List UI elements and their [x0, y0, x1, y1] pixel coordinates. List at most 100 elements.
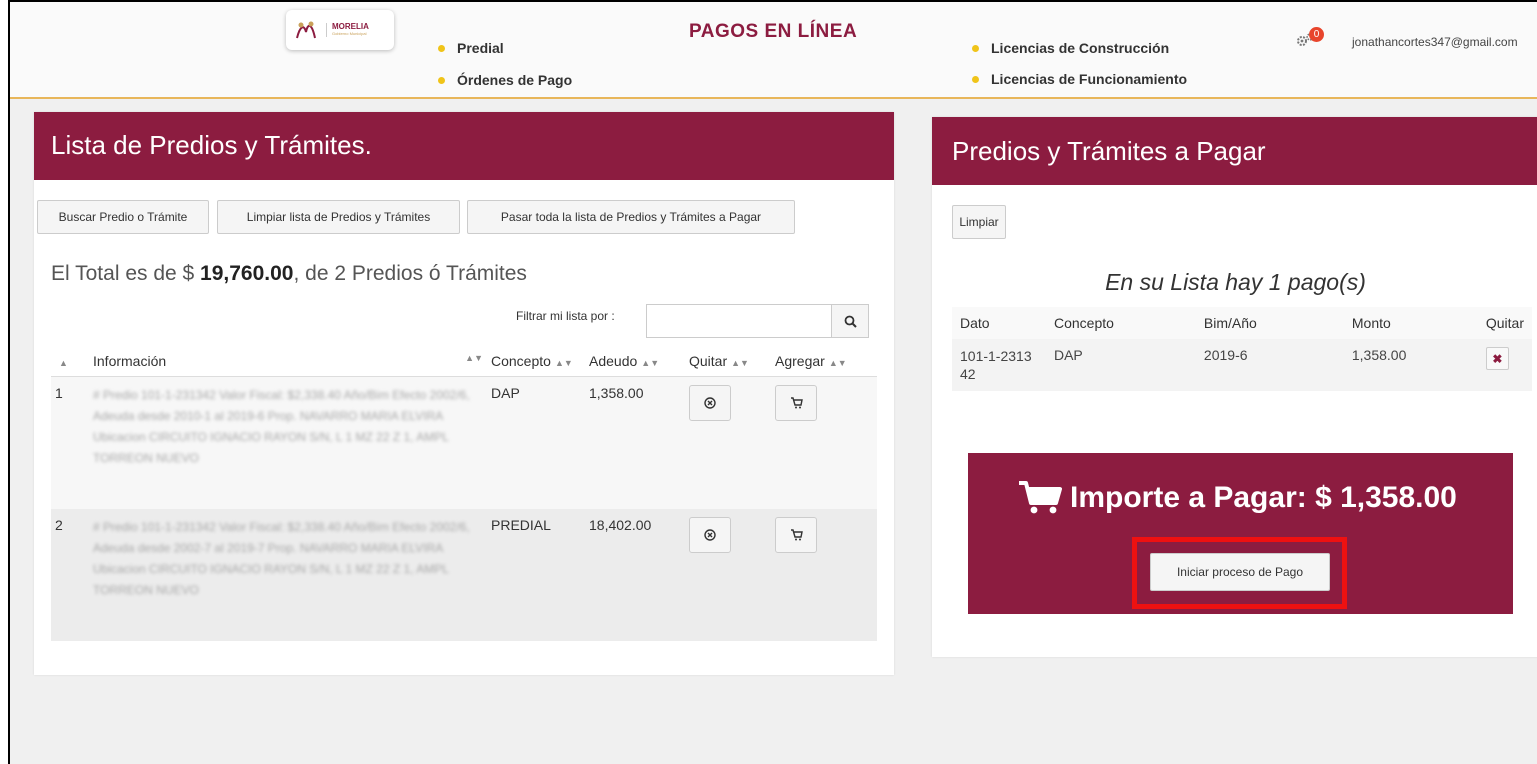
pagar-table: Dato Concepto Bim/Año Monto Quitar 101-1…: [952, 307, 1532, 391]
row-info: # Predio 101-1-231342 Valor Fiscal: $2,3…: [89, 508, 487, 641]
nav-ordenes-pago[interactable]: Órdenes de Pago: [438, 72, 572, 88]
row-dato: 101-1-231342: [952, 339, 1046, 391]
panel-title: Lista de Predios y Trámites.: [34, 112, 894, 180]
sort-icon: ▲▼: [731, 358, 749, 368]
site-title: PAGOS EN LÍNEA: [689, 21, 858, 42]
agregar-button[interactable]: [775, 516, 817, 553]
filter-input[interactable]: [646, 304, 832, 338]
nav-licencias-funcionamiento[interactable]: Licencias de Funcionamiento: [972, 71, 1187, 87]
pasar-toda-lista-button[interactable]: Pasar toda la lista de Predios y Trámite…: [467, 200, 795, 234]
column-informacion-label: Información: [93, 353, 167, 369]
nav-construccion-label: Licencias de Construcción: [991, 40, 1170, 56]
filter-label: Filtrar mi lista por :: [516, 309, 615, 323]
sort-column-header[interactable]: ▲: [51, 346, 89, 377]
notification-badge[interactable]: 0: [1309, 27, 1324, 42]
quitar-button[interactable]: ✖: [1485, 347, 1509, 370]
row-quitar-cell: [685, 508, 771, 641]
morelia-emblem-icon: [292, 17, 320, 43]
column-concepto: Concepto: [1045, 307, 1196, 339]
quitar-button[interactable]: [689, 516, 731, 553]
column-informacion[interactable]: Información ▲▼: [89, 346, 487, 377]
row-adeudo: 1,358.00: [585, 376, 685, 509]
column-adeudo[interactable]: Adeudo ▲▼: [585, 346, 685, 377]
lista-predios-panel: Lista de Predios y Trámites. Buscar Pred…: [34, 112, 894, 675]
buscar-predio-button[interactable]: Buscar Predio o Trámite: [37, 200, 209, 234]
column-adeudo-label: Adeudo: [589, 353, 638, 369]
row-monto: 1,358.00: [1343, 339, 1478, 391]
cart-icon: [790, 528, 803, 540]
row-number: 2: [51, 508, 89, 641]
logo-title: MORELIA: [332, 22, 369, 32]
column-monto: Monto: [1343, 307, 1478, 339]
nav-funcionamiento-label: Licencias de Funcionamiento: [991, 71, 1188, 87]
shopping-cart-icon: [1019, 481, 1062, 514]
column-quitar[interactable]: Quitar ▲▼: [685, 346, 771, 377]
iniciar-pago-button[interactable]: Iniciar proceso de Pago: [1150, 553, 1330, 591]
row-info: # Predio 101-1-231342 Valor Fiscal: $2,3…: [89, 376, 487, 509]
column-agregar-label: Agregar: [775, 353, 825, 369]
cart-icon: [790, 397, 803, 409]
column-bim-ano: Bim/Año: [1195, 307, 1344, 339]
logo-subtitle: Gobierno Municipal: [332, 31, 367, 37]
limpiar-button[interactable]: Limpiar: [952, 205, 1006, 239]
predios-a-pagar-panel: Predios y Trámites a Pagar Limpiar En su…: [932, 117, 1537, 657]
row-quitar-cell: [685, 376, 771, 509]
sort-icon: ▲▼: [641, 358, 660, 368]
column-concepto[interactable]: Concepto ▲▼: [487, 346, 585, 377]
lista-count: En su Lista hay 1 pago(s): [1105, 269, 1366, 295]
importe-box: Importe a Pagar: $ 1,358.00 Iniciar proc…: [968, 453, 1513, 614]
total-amount: 19,760.00: [200, 262, 294, 285]
row-concepto: DAP: [487, 376, 585, 509]
table-header-row: ▲ Información ▲▼ Concepto ▲▼ Adeudo ▲▼ Quit…: [51, 346, 877, 377]
row-agregar-cell: [771, 376, 877, 509]
bullet-icon: [438, 76, 445, 84]
close-icon: ✖: [1492, 351, 1503, 366]
nav-predial[interactable]: Predial: [438, 40, 504, 56]
panel-title: Predios y Trámites a Pagar: [932, 117, 1537, 185]
top-header: MORELIA Gobierno Municipal Predial Órden…: [10, 2, 1537, 99]
row-concepto: PREDIAL: [487, 508, 585, 641]
quitar-button[interactable]: [689, 385, 731, 421]
column-concepto-label: Concepto: [491, 353, 551, 369]
app-frame: MORELIA Gobierno Municipal Predial Órden…: [8, 0, 1537, 764]
table-header-row: Dato Concepto Bim/Año Monto Quitar: [952, 307, 1532, 339]
row-number: 1: [51, 376, 89, 509]
sort-icon: ▲▼: [554, 358, 573, 368]
remove-circle-icon: [704, 397, 716, 409]
table-row: 1 # Predio 101-1-231342 Valor Fiscal: $2…: [51, 376, 877, 509]
table-row: 101-1-231342 DAP 2019-6 1,358.00 ✖: [952, 339, 1532, 391]
column-quitar-label: Quitar: [689, 353, 728, 369]
bullet-icon: [972, 44, 979, 52]
row-info-text: # Predio 101-1-231342 Valor Fiscal: $2,3…: [93, 519, 470, 597]
total-prefix: El Total es de $: [51, 262, 201, 285]
limpiar-lista-button[interactable]: Limpiar lista de Predios y Trámites: [217, 200, 460, 234]
column-agregar[interactable]: Agregar ▲▼: [771, 346, 877, 377]
column-dato: Dato: [952, 307, 1046, 339]
row-agregar-cell: [771, 508, 877, 641]
predios-table: ▲ Información ▲▼ Concepto ▲▼ Adeudo ▲▼ Quit…: [51, 346, 877, 641]
bullet-icon: [972, 75, 979, 83]
importe-label: Importe a Pagar: $ 1,358.00: [1070, 481, 1457, 514]
row-concepto: DAP: [1045, 339, 1196, 391]
nav-licencias-construccion[interactable]: Licencias de Construcción: [972, 40, 1169, 56]
sort-up-icon: ▲: [59, 358, 68, 368]
row-quitar-cell: ✖: [1477, 339, 1532, 391]
row-adeudo: 18,402.00: [585, 508, 685, 641]
importe-total: Importe a Pagar: $ 1,358.00: [1018, 481, 1457, 515]
search-button[interactable]: [831, 304, 869, 338]
bullet-icon: [438, 44, 445, 52]
morelia-logo[interactable]: MORELIA Gobierno Municipal: [286, 10, 394, 50]
row-info-text: # Predio 101-1-231342 Valor Fiscal: $2,3…: [93, 388, 470, 465]
sort-icon: ▲▼: [465, 353, 483, 363]
row-bim-ano: 2019-6: [1195, 339, 1344, 391]
logo-text: MORELIA Gobierno Municipal: [326, 22, 369, 37]
user-email[interactable]: jonathancortes347@gmail.com: [1352, 35, 1518, 49]
nav-ordenes-label: Órdenes de Pago: [457, 72, 573, 88]
sort-icon: ▲▼: [828, 358, 847, 368]
total-summary: El Total es de $ 19,760.00, de 2 Predios…: [51, 262, 527, 286]
total-suffix: , de 2 Predios ó Trámites: [293, 262, 527, 285]
agregar-button[interactable]: [775, 385, 817, 421]
remove-circle-icon: [704, 528, 716, 541]
search-icon: [844, 315, 857, 328]
nav-predial-label: Predial: [457, 40, 504, 56]
